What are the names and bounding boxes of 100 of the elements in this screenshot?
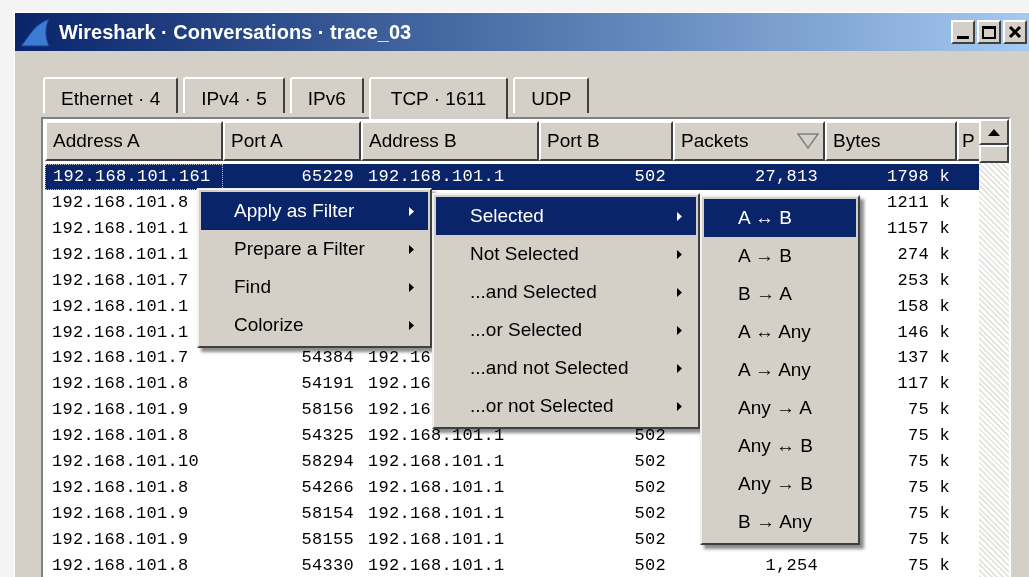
table-cell-text: 158 k <box>897 295 950 318</box>
scrollbar[interactable] <box>979 119 1009 577</box>
table-cell-text: 274 k <box>897 243 950 266</box>
table-cell-text: 192.168.101.1 <box>368 502 505 525</box>
table-cell-text: 192.168.101.1 <box>368 425 505 448</box>
table-cell-text: 75 k <box>908 502 950 525</box>
table-cell-text: 75 k <box>908 425 950 448</box>
table-cell-text: 192.16 <box>368 347 431 370</box>
menu-item[interactable]: Selected <box>436 197 696 235</box>
table-cell-text: 192.168.101.161 <box>53 166 211 189</box>
shark-fin-icon <box>19 17 53 47</box>
scroll-thumb[interactable] <box>979 145 1009 163</box>
table-cell-text: 54266 <box>301 476 354 499</box>
table-cell-text: 192.168.101.1 <box>52 243 189 266</box>
table-cell-text: 192.168.101.8 <box>52 476 189 499</box>
tab[interactable]: IPv4 · 5 <box>183 77 285 113</box>
table-cell-text: 54384 <box>301 347 354 370</box>
table-cell-text: 54330 <box>301 554 354 577</box>
table-cell-text: 502 <box>634 451 666 473</box>
menu-item[interactable]: B → A <box>704 275 856 313</box>
scroll-up-button[interactable] <box>979 119 1009 145</box>
column-header[interactable]: Address A <box>45 121 223 161</box>
table-cell-text: 192.168.101.8 <box>52 554 189 577</box>
column-header[interactable]: P <box>957 121 979 161</box>
table-cell-text: 192.168.101.9 <box>52 528 189 551</box>
table-cell-text: 58294 <box>301 451 354 473</box>
table-cell-text: 75 k <box>908 451 950 473</box>
table-cell-text: 192.168.101.9 <box>52 502 189 525</box>
table-cell-text: 192.16 <box>368 399 431 422</box>
tab[interactable]: IPv6 <box>289 77 364 113</box>
table-cell-text: 192.168.101.1 <box>52 295 189 318</box>
maximize-button[interactable] <box>977 20 1001 44</box>
table-cell-text: 192.168.101.8 <box>52 373 189 396</box>
selected-row-highlight[interactable]: 192.168.101.161 65229 192.168.101.1 502 27,813 1798 k <box>45 164 979 190</box>
table-cell-text: 192.168.101.1 <box>368 166 505 189</box>
table-cell-text: 192.168.101.1 <box>368 528 505 551</box>
table-cell-text: 1,254 <box>765 554 818 577</box>
table-cell-text: 75 k <box>908 554 950 577</box>
table-cell-text: 502 <box>634 476 666 499</box>
table-cell-text: 54325 <box>301 425 354 448</box>
menu-item[interactable]: Not Selected <box>436 235 696 273</box>
table-cell-text: 65229 <box>301 166 354 189</box>
table-cell-text: 1157 k <box>887 217 950 240</box>
table-cell-text: 502 <box>634 554 666 577</box>
table-cell-text: 192.16 <box>368 373 431 396</box>
table-cell-text: 58154 <box>301 502 354 525</box>
menu-item[interactable]: ...or not Selected <box>436 387 696 425</box>
table-cell-text: 137 k <box>897 347 950 370</box>
menu-item[interactable]: Find <box>201 268 428 306</box>
menu-item[interactable]: A ↔ B <box>704 199 856 237</box>
menu-item[interactable]: A → B <box>704 237 856 275</box>
tab[interactable]: UDP <box>513 77 590 113</box>
window-title: Wireshark · Conversations · trace_03 <box>59 20 412 45</box>
table-cell-text: 502 <box>634 528 666 551</box>
menu-item[interactable]: A ↔ Any <box>704 313 856 351</box>
menu-item[interactable]: ...or Selected <box>436 311 696 349</box>
table-cell-text: 192.168.101.7 <box>52 347 189 370</box>
minimize-icon <box>957 36 969 39</box>
table-cell-text: 192.168.101.8 <box>52 425 189 448</box>
table-cell-text: 192.168.101.1 <box>52 321 189 344</box>
menu-item[interactable]: Any → B <box>704 465 856 503</box>
close-button[interactable] <box>1003 20 1027 44</box>
table-cell-text: 192.168.101.8 <box>52 192 189 215</box>
table-cell-text: 117 k <box>897 373 950 396</box>
menu-item[interactable]: ...and Selected <box>436 273 696 311</box>
table-cell-text: 192.168.101.1 <box>368 476 505 499</box>
menu-item[interactable]: ...and not Selected <box>436 349 696 387</box>
menu-item[interactable]: Prepare a Filter <box>201 230 428 268</box>
table-cell-text: 75 k <box>908 476 950 499</box>
menu-item[interactable]: Any → A <box>704 389 856 427</box>
column-header[interactable]: Address B <box>361 121 539 161</box>
table-cell-text: 1798 k <box>887 166 950 189</box>
menu-item[interactable]: A → Any <box>704 351 856 389</box>
table-cell-text: 75 k <box>908 399 950 422</box>
menu-item[interactable]: Apply as Filter <box>201 192 428 230</box>
table-cell-text: 1211 k <box>887 192 950 215</box>
table-cell-text: 192.168.101.7 <box>52 269 189 292</box>
column-header[interactable]: Bytes <box>825 121 957 161</box>
maximize-icon <box>982 25 996 39</box>
table-cell-text: 192.168.101.1 <box>368 554 505 577</box>
table-cell-text: 502 <box>634 502 666 525</box>
menu-item[interactable]: B → Any <box>704 503 856 541</box>
table-cell-text: 192.168.101.1 <box>52 217 189 240</box>
table-cell-text: 58156 <box>301 399 354 422</box>
table-cell-text: 58155 <box>301 528 354 551</box>
table-cell-text: 253 k <box>897 269 950 292</box>
table-cell-text: 146 k <box>897 321 950 344</box>
minimize-button[interactable] <box>951 20 975 44</box>
table-cell-text: 27,813 <box>755 166 818 189</box>
table-cell-text: 502 <box>634 166 666 189</box>
close-icon <box>1008 25 1022 39</box>
tab[interactable]: Ethernet · 4 <box>43 77 179 113</box>
table-cell-text: 192.168.101.10 <box>52 451 200 473</box>
column-header[interactable]: Port A <box>223 121 361 161</box>
tab[interactable]: TCP · 1611 <box>368 77 509 119</box>
table-cell-text: 502 <box>634 425 666 448</box>
column-header[interactable]: Port B <box>539 121 673 161</box>
menu-item[interactable]: Any ↔ B <box>704 427 856 465</box>
menu-item[interactable]: Colorize <box>201 306 428 344</box>
column-header[interactable]: Packets <box>673 121 825 161</box>
